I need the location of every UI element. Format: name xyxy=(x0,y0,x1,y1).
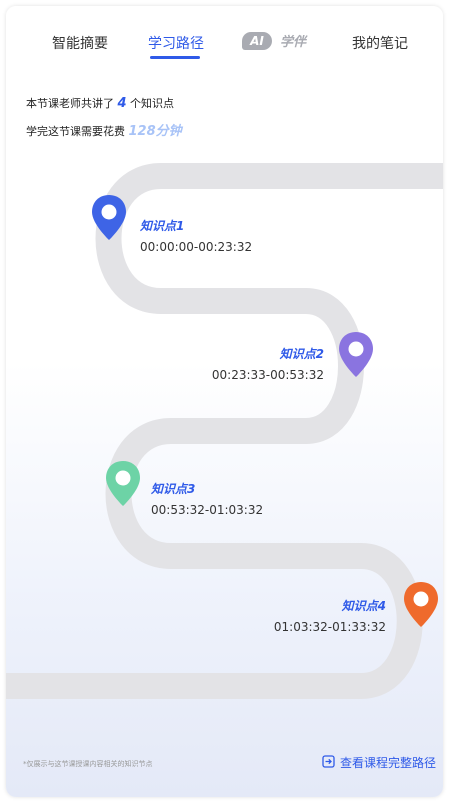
knowledge-point-time: 00:53:32-01:03:32 xyxy=(151,503,264,517)
knowledge-point-title: 知识点1 xyxy=(140,219,185,233)
knowledge-point-title: 知识点4 xyxy=(341,599,386,613)
view-full-path-label: 查看课程完整路径 xyxy=(340,756,437,770)
external-arrow-icon xyxy=(322,755,335,768)
knowledge-point-4-map-pin-icon[interactable] xyxy=(402,580,440,630)
knowledge-point-time: 01:03:32-01:33:32 xyxy=(273,620,386,634)
knowledge-point-time: 00:00:00-00:23:32 xyxy=(140,240,253,254)
learning-path-panel: 智能摘要 学习路径 AI 学伴 我的笔记 本节课老师共讲了 4 个知识点 学完这… xyxy=(6,6,443,797)
knowledge-point-title: 知识点2 xyxy=(279,347,324,361)
knowledge-point-2-map-pin-icon[interactable] xyxy=(337,330,375,380)
footnote: *仅展示与这节课授课内容相关的知识节点 xyxy=(23,760,153,768)
knowledge-point-1-map-pin-icon[interactable] xyxy=(90,193,128,243)
knowledge-point-title: 知识点3 xyxy=(151,482,196,496)
knowledge-point-3-map-pin-icon[interactable] xyxy=(104,459,142,509)
knowledge-point-time: 00:23:33-00:53:32 xyxy=(211,368,324,382)
winding-road xyxy=(6,163,443,699)
